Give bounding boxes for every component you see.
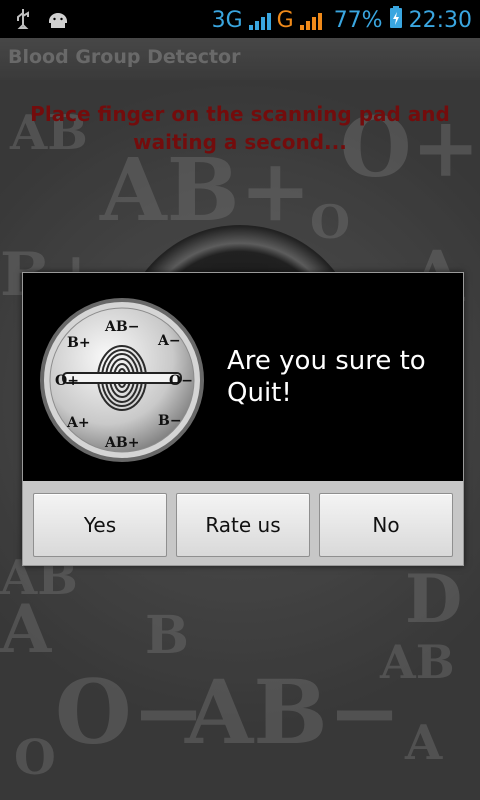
dialog-message: Are you sure to Quit! <box>227 346 426 408</box>
badge-label-b-minus: B− <box>158 413 182 429</box>
badge-label-ab-minus: AB− <box>104 319 139 335</box>
fingerprint-badge-icon: AB− A− B+ O− O+ A+ B− AB+ <box>39 297 205 463</box>
status-bar: 3G G 77% 22:30 <box>0 0 480 38</box>
battery-percent: 77% <box>333 7 383 33</box>
no-button[interactable]: No <box>319 493 453 557</box>
android-icon <box>46 9 70 33</box>
badge-label-a-minus: A− <box>157 333 181 349</box>
battery-charging-icon <box>389 5 403 35</box>
rate-us-button[interactable]: Rate us <box>176 493 310 557</box>
badge-label-a-plus: A+ <box>66 415 90 431</box>
usb-icon <box>14 8 32 34</box>
badge-label-o-plus: O+ <box>55 373 79 389</box>
quit-dialog: AB− A− B+ O− O+ A+ B− AB+ Are you sure t… <box>22 272 464 566</box>
network-type-g: G <box>276 7 294 33</box>
signal-strength-icon-secondary <box>299 10 322 30</box>
badge-label-b-plus: B+ <box>67 335 91 351</box>
dialog-button-bar: Yes Rate us No <box>23 481 463 565</box>
network-type-3g: 3G <box>211 7 243 33</box>
clock: 22:30 <box>408 7 472 33</box>
badge-label-o-minus: O− <box>169 373 193 389</box>
dialog-body: AB− A− B+ O− O+ A+ B− AB+ Are you sure t… <box>23 273 463 481</box>
yes-button[interactable]: Yes <box>33 493 167 557</box>
badge-label-ab-plus: AB+ <box>104 435 139 451</box>
signal-strength-icon <box>248 10 271 30</box>
